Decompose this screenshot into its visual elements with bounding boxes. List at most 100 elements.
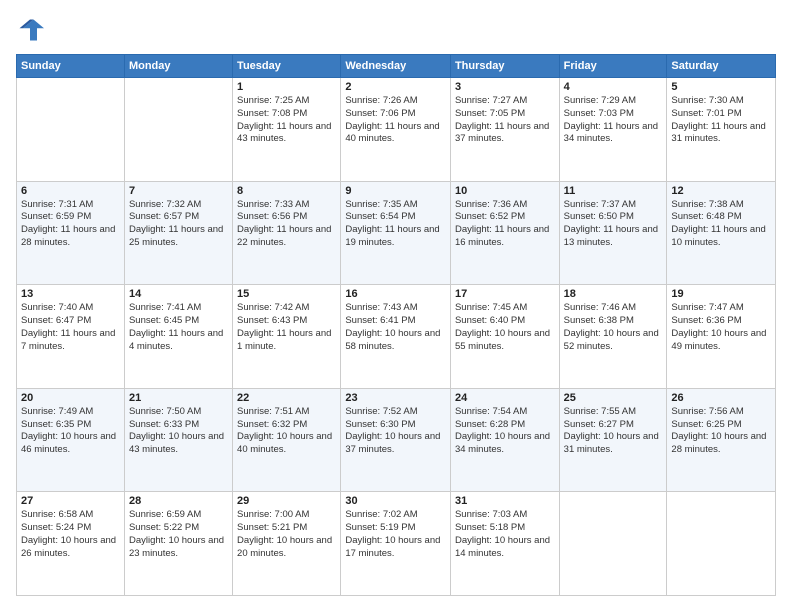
cell-info: Sunrise: 7:55 AM Sunset: 6:27 PM Dayligh… bbox=[564, 406, 663, 457]
day-number: 4 bbox=[564, 81, 663, 93]
cell-info: Sunrise: 7:41 AM Sunset: 6:45 PM Dayligh… bbox=[129, 302, 228, 353]
calendar-header-wednesday: Wednesday bbox=[341, 55, 451, 78]
day-number: 6 bbox=[21, 185, 120, 197]
day-number: 12 bbox=[671, 185, 771, 197]
cell-info: Sunrise: 7:54 AM Sunset: 6:28 PM Dayligh… bbox=[455, 406, 555, 457]
cell-info: Sunrise: 7:38 AM Sunset: 6:48 PM Dayligh… bbox=[671, 199, 771, 250]
day-number: 10 bbox=[455, 185, 555, 197]
calendar-page: SundayMondayTuesdayWednesdayThursdayFrid… bbox=[0, 0, 792, 612]
day-number: 19 bbox=[671, 288, 771, 300]
cell-info: Sunrise: 7:32 AM Sunset: 6:57 PM Dayligh… bbox=[129, 199, 228, 250]
calendar-cell: 22 Sunrise: 7:51 AM Sunset: 6:32 PM Dayli… bbox=[233, 388, 341, 492]
day-number: 7 bbox=[129, 185, 228, 197]
calendar-header-friday: Friday bbox=[559, 55, 667, 78]
cell-info: Sunrise: 7:40 AM Sunset: 6:47 PM Dayligh… bbox=[21, 302, 120, 353]
calendar-week-row: 13 Sunrise: 7:40 AM Sunset: 6:47 PM Dayli… bbox=[17, 285, 776, 389]
calendar-cell: 30Sunrise: 7:02 AM Sunset: 5:19 PM Dayli… bbox=[341, 492, 451, 596]
header bbox=[16, 16, 776, 44]
calendar-cell: 28Sunrise: 6:59 AM Sunset: 5:22 PM Dayli… bbox=[124, 492, 232, 596]
calendar-cell bbox=[124, 78, 232, 182]
cell-info: Sunrise: 7:35 AM Sunset: 6:54 PM Dayligh… bbox=[345, 199, 446, 250]
day-number: 27 bbox=[21, 495, 120, 507]
calendar-cell: 12 Sunrise: 7:38 AM Sunset: 6:48 PM Dayli… bbox=[667, 181, 776, 285]
calendar-cell: 14 Sunrise: 7:41 AM Sunset: 6:45 PM Dayli… bbox=[124, 285, 232, 389]
calendar-week-row: 1 Sunrise: 7:25 AM Sunset: 7:08 PM Daylig… bbox=[17, 78, 776, 182]
calendar-cell bbox=[17, 78, 125, 182]
cell-info: Sunrise: 7:25 AM Sunset: 7:08 PM Dayligh… bbox=[237, 95, 336, 146]
calendar-cell: 11 Sunrise: 7:37 AM Sunset: 6:50 PM Dayli… bbox=[559, 181, 667, 285]
cell-info: Sunrise: 7:49 AM Sunset: 6:35 PM Dayligh… bbox=[21, 406, 120, 457]
cell-info: Sunrise: 7:36 AM Sunset: 6:52 PM Dayligh… bbox=[455, 199, 555, 250]
calendar-cell: 13 Sunrise: 7:40 AM Sunset: 6:47 PM Dayli… bbox=[17, 285, 125, 389]
calendar-header-tuesday: Tuesday bbox=[233, 55, 341, 78]
calendar-cell: 27 Sunrise: 6:58 AM Sunset: 5:24 PM Dayli… bbox=[17, 492, 125, 596]
day-number: 3 bbox=[455, 81, 555, 93]
cell-info: Sunrise: 7:03 AM Sunset: 5:18 PM Dayligh… bbox=[455, 509, 555, 560]
calendar-cell: 1 Sunrise: 7:25 AM Sunset: 7:08 PM Daylig… bbox=[233, 78, 341, 182]
cell-info: Sunrise: 7:27 AM Sunset: 7:05 PM Dayligh… bbox=[455, 95, 555, 146]
calendar-table: SundayMondayTuesdayWednesdayThursdayFrid… bbox=[16, 54, 776, 596]
day-number: 13 bbox=[21, 288, 120, 300]
calendar-cell: 9Sunrise: 7:35 AM Sunset: 6:54 PM Daylig… bbox=[341, 181, 451, 285]
calendar-header-sunday: Sunday bbox=[17, 55, 125, 78]
day-number: 23 bbox=[345, 392, 446, 404]
calendar-cell: 3 Sunrise: 7:27 AM Sunset: 7:05 PM Daylig… bbox=[450, 78, 559, 182]
cell-info: Sunrise: 7:46 AM Sunset: 6:38 PM Dayligh… bbox=[564, 302, 663, 353]
day-number: 16 bbox=[345, 288, 446, 300]
day-number: 20 bbox=[21, 392, 120, 404]
calendar-cell: 26Sunrise: 7:56 AM Sunset: 6:25 PM Dayli… bbox=[667, 388, 776, 492]
day-number: 28 bbox=[129, 495, 228, 507]
day-number: 5 bbox=[671, 81, 771, 93]
calendar-cell: 2 Sunrise: 7:26 AM Sunset: 7:06 PM Daylig… bbox=[341, 78, 451, 182]
cell-info: Sunrise: 7:47 AM Sunset: 6:36 PM Dayligh… bbox=[671, 302, 771, 353]
calendar-week-row: 6Sunrise: 7:31 AM Sunset: 6:59 PM Daylig… bbox=[17, 181, 776, 285]
day-number: 31 bbox=[455, 495, 555, 507]
calendar-header-saturday: Saturday bbox=[667, 55, 776, 78]
day-number: 1 bbox=[237, 81, 336, 93]
day-number: 25 bbox=[564, 392, 663, 404]
day-number: 11 bbox=[564, 185, 663, 197]
cell-info: Sunrise: 7:42 AM Sunset: 6:43 PM Dayligh… bbox=[237, 302, 336, 353]
cell-info: Sunrise: 7:26 AM Sunset: 7:06 PM Dayligh… bbox=[345, 95, 446, 146]
calendar-cell: 19 Sunrise: 7:47 AM Sunset: 6:36 PM Dayli… bbox=[667, 285, 776, 389]
day-number: 18 bbox=[564, 288, 663, 300]
calendar-cell: 24 Sunrise: 7:54 AM Sunset: 6:28 PM Dayli… bbox=[450, 388, 559, 492]
day-number: 2 bbox=[345, 81, 446, 93]
day-number: 29 bbox=[237, 495, 336, 507]
cell-info: Sunrise: 7:50 AM Sunset: 6:33 PM Dayligh… bbox=[129, 406, 228, 457]
cell-info: Sunrise: 7:30 AM Sunset: 7:01 PM Dayligh… bbox=[671, 95, 771, 146]
calendar-cell: 20 Sunrise: 7:49 AM Sunset: 6:35 PM Dayli… bbox=[17, 388, 125, 492]
calendar-cell bbox=[667, 492, 776, 596]
calendar-cell: 17Sunrise: 7:45 AM Sunset: 6:40 PM Dayli… bbox=[450, 285, 559, 389]
calendar-cell: 21Sunrise: 7:50 AM Sunset: 6:33 PM Dayli… bbox=[124, 388, 232, 492]
cell-info: Sunrise: 7:37 AM Sunset: 6:50 PM Dayligh… bbox=[564, 199, 663, 250]
day-number: 8 bbox=[237, 185, 336, 197]
calendar-cell: 6Sunrise: 7:31 AM Sunset: 6:59 PM Daylig… bbox=[17, 181, 125, 285]
cell-info: Sunrise: 7:51 AM Sunset: 6:32 PM Dayligh… bbox=[237, 406, 336, 457]
calendar-cell bbox=[559, 492, 667, 596]
cell-info: Sunrise: 6:58 AM Sunset: 5:24 PM Dayligh… bbox=[21, 509, 120, 560]
cell-info: Sunrise: 7:43 AM Sunset: 6:41 PM Dayligh… bbox=[345, 302, 446, 353]
cell-info: Sunrise: 7:33 AM Sunset: 6:56 PM Dayligh… bbox=[237, 199, 336, 250]
day-number: 14 bbox=[129, 288, 228, 300]
calendar-week-row: 27 Sunrise: 6:58 AM Sunset: 5:24 PM Dayli… bbox=[17, 492, 776, 596]
calendar-cell: 8 Sunrise: 7:33 AM Sunset: 6:56 PM Daylig… bbox=[233, 181, 341, 285]
cell-info: Sunrise: 7:52 AM Sunset: 6:30 PM Dayligh… bbox=[345, 406, 446, 457]
day-number: 22 bbox=[237, 392, 336, 404]
day-number: 15 bbox=[237, 288, 336, 300]
calendar-cell: 23 Sunrise: 7:52 AM Sunset: 6:30 PM Dayli… bbox=[341, 388, 451, 492]
cell-info: Sunrise: 7:29 AM Sunset: 7:03 PM Dayligh… bbox=[564, 95, 663, 146]
day-number: 24 bbox=[455, 392, 555, 404]
calendar-cell: 15 Sunrise: 7:42 AM Sunset: 6:43 PM Dayli… bbox=[233, 285, 341, 389]
calendar-cell: 16 Sunrise: 7:43 AM Sunset: 6:41 PM Dayli… bbox=[341, 285, 451, 389]
calendar-header-monday: Monday bbox=[124, 55, 232, 78]
calendar-cell: 31 Sunrise: 7:03 AM Sunset: 5:18 PM Dayli… bbox=[450, 492, 559, 596]
calendar-cell: 5 Sunrise: 7:30 AM Sunset: 7:01 PM Daylig… bbox=[667, 78, 776, 182]
cell-info: Sunrise: 7:02 AM Sunset: 5:19 PM Dayligh… bbox=[345, 509, 446, 560]
calendar-header-thursday: Thursday bbox=[450, 55, 559, 78]
cell-info: Sunrise: 7:00 AM Sunset: 5:21 PM Dayligh… bbox=[237, 509, 336, 560]
day-number: 26 bbox=[671, 392, 771, 404]
calendar-week-row: 20 Sunrise: 7:49 AM Sunset: 6:35 PM Dayli… bbox=[17, 388, 776, 492]
calendar-cell: 29 Sunrise: 7:00 AM Sunset: 5:21 PM Dayli… bbox=[233, 492, 341, 596]
day-number: 17 bbox=[455, 288, 555, 300]
